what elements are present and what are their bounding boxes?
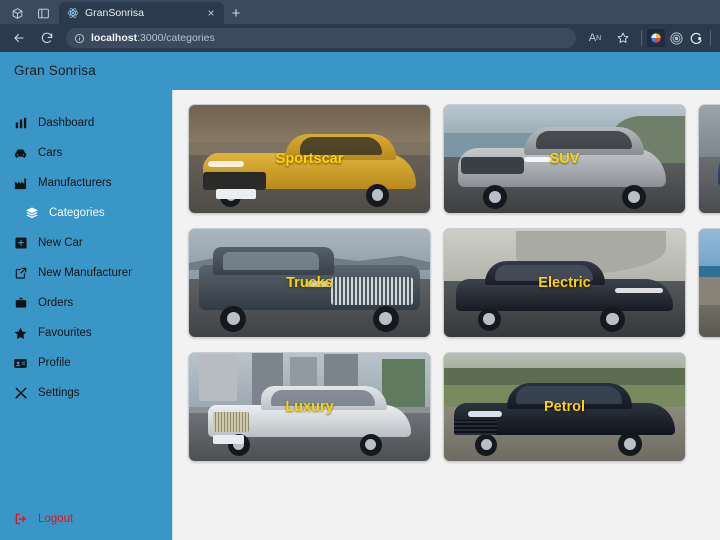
sidebar-item-label: Profile — [38, 357, 71, 369]
tab-strip: GranSonrisa × + — [0, 0, 720, 24]
sidebar-item-new-car[interactable]: New Car — [0, 228, 172, 258]
category-card-trucks[interactable]: Trucks — [188, 228, 431, 338]
categories-content: Sportscar SUV Trucks Electric Luxury Pet… — [173, 90, 720, 540]
category-label: Electric — [538, 275, 591, 291]
sidebar-item-label: Orders — [38, 297, 74, 309]
logout-label: Logout — [38, 513, 74, 525]
category-card-electric[interactable]: Electric — [443, 228, 686, 338]
sidebar: Dashboard Cars Manufacturers Categories … — [0, 90, 173, 540]
logout-button[interactable]: Logout — [0, 504, 172, 534]
browser-tab[interactable]: GranSonrisa × — [59, 2, 224, 24]
extension-copilot-icon[interactable] — [687, 29, 705, 47]
star-icon — [13, 326, 28, 341]
card-image — [699, 229, 720, 337]
url-path: :3000/categories — [137, 32, 215, 44]
sidebar-item-label: New Manufacturer — [38, 267, 132, 279]
sidebar-item-cars[interactable]: Cars — [0, 138, 172, 168]
app-header: Gran Sonrisa — [0, 52, 720, 90]
new-tab-button[interactable]: + — [224, 2, 248, 24]
extension-colorwheel-icon[interactable] — [647, 29, 665, 47]
categories-grid: Sportscar SUV Trucks Electric Luxury Pet… — [188, 104, 720, 462]
app-body: Dashboard Cars Manufacturers Categories … — [0, 90, 720, 540]
category-label: Petrol — [543, 399, 586, 415]
card-image — [699, 105, 720, 213]
factory-icon — [13, 176, 28, 191]
sidebar-item-label: Favourites — [38, 327, 92, 339]
tab-title: GranSonrisa — [85, 7, 144, 19]
sidebar-item-label: Manufacturers — [38, 177, 112, 189]
chart-bar-icon — [13, 116, 28, 131]
toolbar-divider-right — [710, 30, 711, 46]
category-card-suv[interactable]: SUV — [443, 104, 686, 214]
sidebar-item-dashboard[interactable]: Dashboard — [0, 108, 172, 138]
refresh-button[interactable] — [34, 26, 60, 50]
category-label: Luxury — [285, 399, 334, 415]
address-bar[interactable]: localhost:3000/categories — [66, 28, 576, 48]
sidebar-item-categories[interactable]: Categories — [0, 198, 172, 228]
page-title: Gran Sonrisa — [14, 63, 96, 78]
category-card-offscreen-2[interactable] — [698, 228, 720, 338]
sidebar-item-profile[interactable]: Profile — [0, 348, 172, 378]
read-aloud-icon[interactable]: AN — [582, 26, 608, 50]
plus-square-icon — [13, 236, 28, 251]
sidebar-item-favourites[interactable]: Favourites — [0, 318, 172, 348]
category-card-petrol[interactable]: Petrol — [443, 352, 686, 462]
category-card-sportscar[interactable]: Sportscar — [188, 104, 431, 214]
sidebar-item-manufacturers[interactable]: Manufacturers — [0, 168, 172, 198]
tab-actions-icon[interactable] — [30, 2, 56, 24]
sign-out-icon — [13, 512, 28, 527]
sidebar-item-new-manufacturer[interactable]: New Manufacturer — [0, 258, 172, 288]
sidebar-item-settings[interactable]: Settings — [0, 378, 172, 408]
sidebar-item-orders[interactable]: Orders — [0, 288, 172, 318]
browser-toolbar: localhost:3000/categories AN — [0, 24, 720, 52]
url-host: localhost — [91, 32, 138, 44]
car-icon — [13, 146, 28, 161]
back-button[interactable] — [6, 26, 32, 50]
info-circle-icon[interactable] — [74, 33, 85, 44]
favorites-star-icon[interactable] — [610, 26, 636, 50]
category-card-offscreen-1[interactable] — [698, 104, 720, 214]
category-label: SUV — [549, 151, 580, 167]
layers-icon — [24, 206, 39, 221]
sidebar-item-label: Settings — [38, 387, 80, 399]
category-label: Sportscar — [275, 151, 344, 167]
sidebar-nav: Dashboard Cars Manufacturers Categories … — [0, 108, 172, 408]
workspaces-icon[interactable] — [4, 2, 30, 24]
toolbar-divider — [641, 30, 642, 46]
close-icon[interactable]: × — [204, 6, 218, 20]
id-card-icon — [13, 356, 28, 371]
category-label: Trucks — [286, 275, 333, 291]
briefcase-icon — [13, 296, 28, 311]
extension-target-icon[interactable] — [667, 29, 685, 47]
sidebar-item-label: Categories — [49, 207, 105, 219]
category-card-luxury[interactable]: Luxury — [188, 352, 431, 462]
web-page: Gran Sonrisa Dashboard Cars Manufacturer… — [0, 52, 720, 540]
react-atom-icon — [67, 7, 79, 19]
sidebar-item-label: Dashboard — [38, 117, 95, 129]
browser-window: GranSonrisa × + localhost:3000/categorie… — [0, 0, 720, 540]
external-link-icon — [13, 266, 28, 281]
tools-icon — [13, 386, 28, 401]
sidebar-item-label: New Car — [38, 237, 83, 249]
sidebar-item-label: Cars — [38, 147, 63, 159]
